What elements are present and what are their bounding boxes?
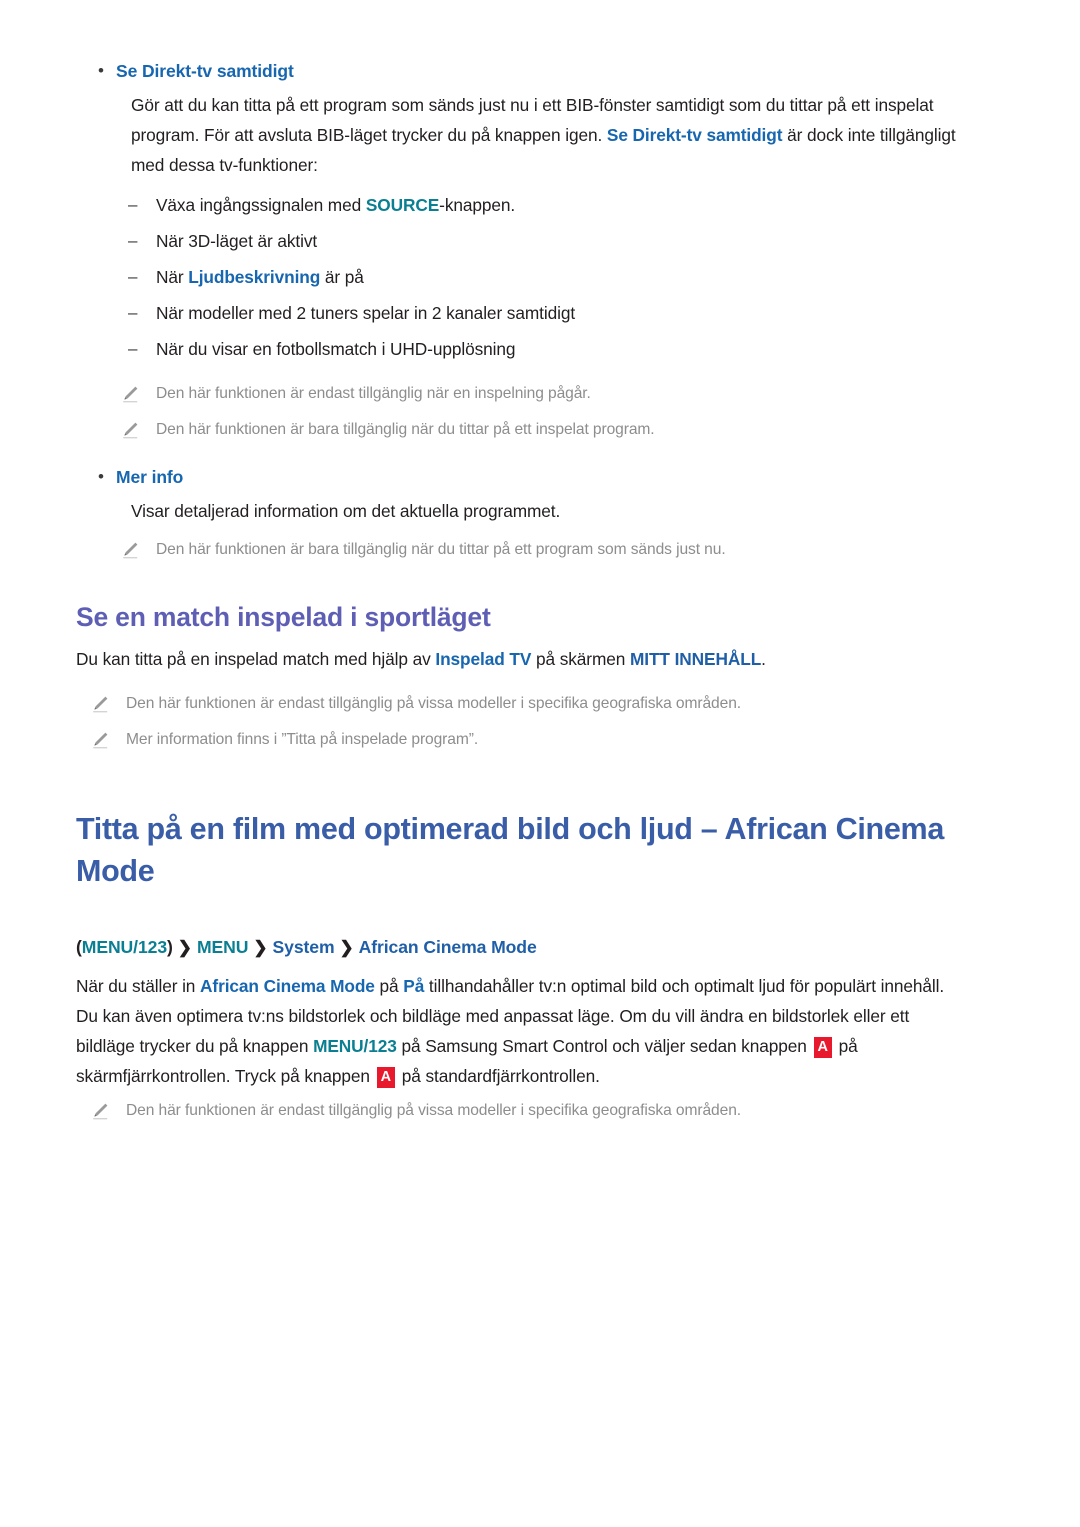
note-row: Mer information finns i ”Titta på inspel…	[84, 726, 1008, 756]
breadcrumb-item-menu123[interactable]: MENU/123	[82, 937, 167, 957]
dash-item-two-tuners: – När modeller med 2 tuners spelar in 2 …	[128, 298, 1008, 328]
paragraph-sports-part2: på skärmen	[531, 649, 630, 669]
note-text: Den här funktionen är bara tillgänglig n…	[156, 541, 726, 558]
pencil-icon	[114, 420, 156, 446]
document-page: • Se Direkt-tv samtidigt Gör att du kan …	[0, 0, 1080, 1527]
inline-highlight-pa: På	[403, 976, 425, 996]
pencil-icon	[114, 540, 156, 566]
dash-text-two-tuners: När modeller med 2 tuners spelar in 2 ka…	[156, 303, 576, 323]
note-text: Den här funktionen är endast tillgänglig…	[126, 1102, 742, 1119]
chevron-right-icon: ❯	[339, 938, 354, 957]
dash-item-source: – Växa ingångssignalen med SOURCE-knappe…	[128, 190, 1008, 220]
note-row: Den här funktionen är endast tillgänglig…	[114, 380, 1008, 410]
pencil-icon	[114, 384, 156, 410]
dash-text-3d: När 3D-läget är aktivt	[156, 231, 318, 251]
inline-highlight-inspelad-tv: Inspelad TV	[435, 649, 532, 669]
bullet-label-live-tv: Se Direkt-tv samtidigt	[116, 61, 294, 81]
dash-mark-icon: –	[128, 339, 138, 358]
dash-text-post: -knappen.	[439, 195, 516, 215]
dash-text-pre: Växa ingångssignalen med	[156, 195, 366, 215]
breadcrumb-item-system[interactable]: System	[273, 937, 335, 957]
dash-mark-icon: –	[128, 303, 138, 322]
inline-highlight-source: SOURCE	[365, 195, 440, 215]
bullet-item-live-tv: • Se Direkt-tv samtidigt	[98, 56, 1008, 86]
dash-item-uhd-football: – När du visar en fotbollsmatch i UHD-up…	[128, 334, 1008, 364]
inline-highlight-african-cinema-mode: African Cinema Mode	[200, 976, 375, 996]
dash-mark-icon: –	[128, 267, 138, 286]
chevron-right-icon: ❯	[253, 938, 268, 957]
note-row: Den här funktionen är endast tillgänglig…	[84, 1097, 1008, 1127]
pencil-icon	[84, 730, 126, 756]
dash-text-pre: När	[156, 267, 189, 287]
paragraph-sports: Du kan titta på en inspelad match med hj…	[76, 644, 956, 674]
bullet-dot-icon: •	[98, 61, 104, 80]
paragraph-part-2: på	[374, 976, 404, 996]
paragraph-live-tv: Gör att du kan titta på ett program som …	[131, 90, 989, 180]
key-badge-a: A	[376, 1067, 396, 1088]
inline-highlight-menu123: MENU/123	[313, 1036, 397, 1056]
dash-text-audio-description: När Ljudbeskrivning är på	[156, 262, 364, 292]
pencil-icon	[84, 1101, 126, 1127]
dash-mark-icon: –	[128, 231, 138, 250]
paragraph-sports-part1: Du kan titta på en inspelad match med hj…	[76, 649, 436, 669]
dash-item-audio-description: – När Ljudbeskrivning är på	[128, 262, 1008, 292]
breadcrumb: (MENU/123) ❯ MENU ❯ System ❯ African Cinema Mo…	[76, 932, 1008, 963]
note-text: Den här funktionen är bara tillgänglig n…	[156, 421, 655, 438]
key-badge-a: A	[813, 1037, 832, 1058]
paragraph-sports-part3: .	[761, 649, 766, 669]
paragraph-part-1: När du ställer in	[76, 976, 201, 996]
dash-text-uhd-football: När du visar en fotbollsmatch i UHD-uppl…	[156, 339, 516, 359]
dash-text-source: Växa ingångssignalen med SOURCE-knappen.	[156, 190, 515, 220]
page-title-african-cinema: Titta på en film med optimerad bild och …	[76, 812, 945, 888]
note-text: Den här funktionen är endast tillgänglig…	[156, 385, 591, 402]
bullet-item-more-info: • Mer info	[98, 462, 1008, 492]
inline-highlight-live-tv: Se Direkt-tv samtidigt	[606, 125, 783, 145]
inline-highlight-mitt-innehall: MITT INNEHÅLL	[629, 649, 762, 669]
dash-text-post: är på	[320, 267, 364, 287]
note-row: Den här funktionen är bara tillgänglig n…	[114, 416, 1008, 446]
chevron-right-icon: ❯	[177, 938, 192, 957]
breadcrumb-item-menu[interactable]: MENU	[197, 937, 249, 957]
note-text: Mer information finns i ”Titta på inspel…	[126, 731, 479, 748]
note-text: Den här funktionen är endast tillgänglig…	[126, 695, 742, 712]
paragraph-part-4: på Samsung Smart Control och väljer seda…	[396, 1036, 812, 1056]
section-heading-sports: Se en match inspelad i sportläget	[76, 602, 491, 632]
breadcrumb-close-paren: )	[167, 937, 173, 957]
breadcrumb-item-african-cinema-mode[interactable]: African Cinema Mode	[359, 937, 537, 957]
dash-item-3d: – När 3D-läget är aktivt	[128, 226, 1008, 256]
pencil-icon	[84, 694, 126, 720]
note-row: Den här funktionen är endast tillgänglig…	[84, 690, 1008, 720]
note-row: Den här funktionen är bara tillgänglig n…	[114, 536, 1008, 566]
bullet-label-more-info: Mer info	[116, 467, 184, 487]
paragraph-african-cinema: När du ställer in African Cinema Mode på…	[76, 971, 956, 1091]
paragraph-part-6: på standardfjärrkontrollen.	[397, 1066, 600, 1086]
dash-mark-icon: –	[128, 195, 138, 214]
paragraph-more-info: Visar detaljerad information om det aktu…	[131, 501, 561, 521]
bullet-dot-icon: •	[98, 467, 104, 486]
inline-highlight-ljudbeskrivning: Ljudbeskrivning	[188, 267, 321, 287]
